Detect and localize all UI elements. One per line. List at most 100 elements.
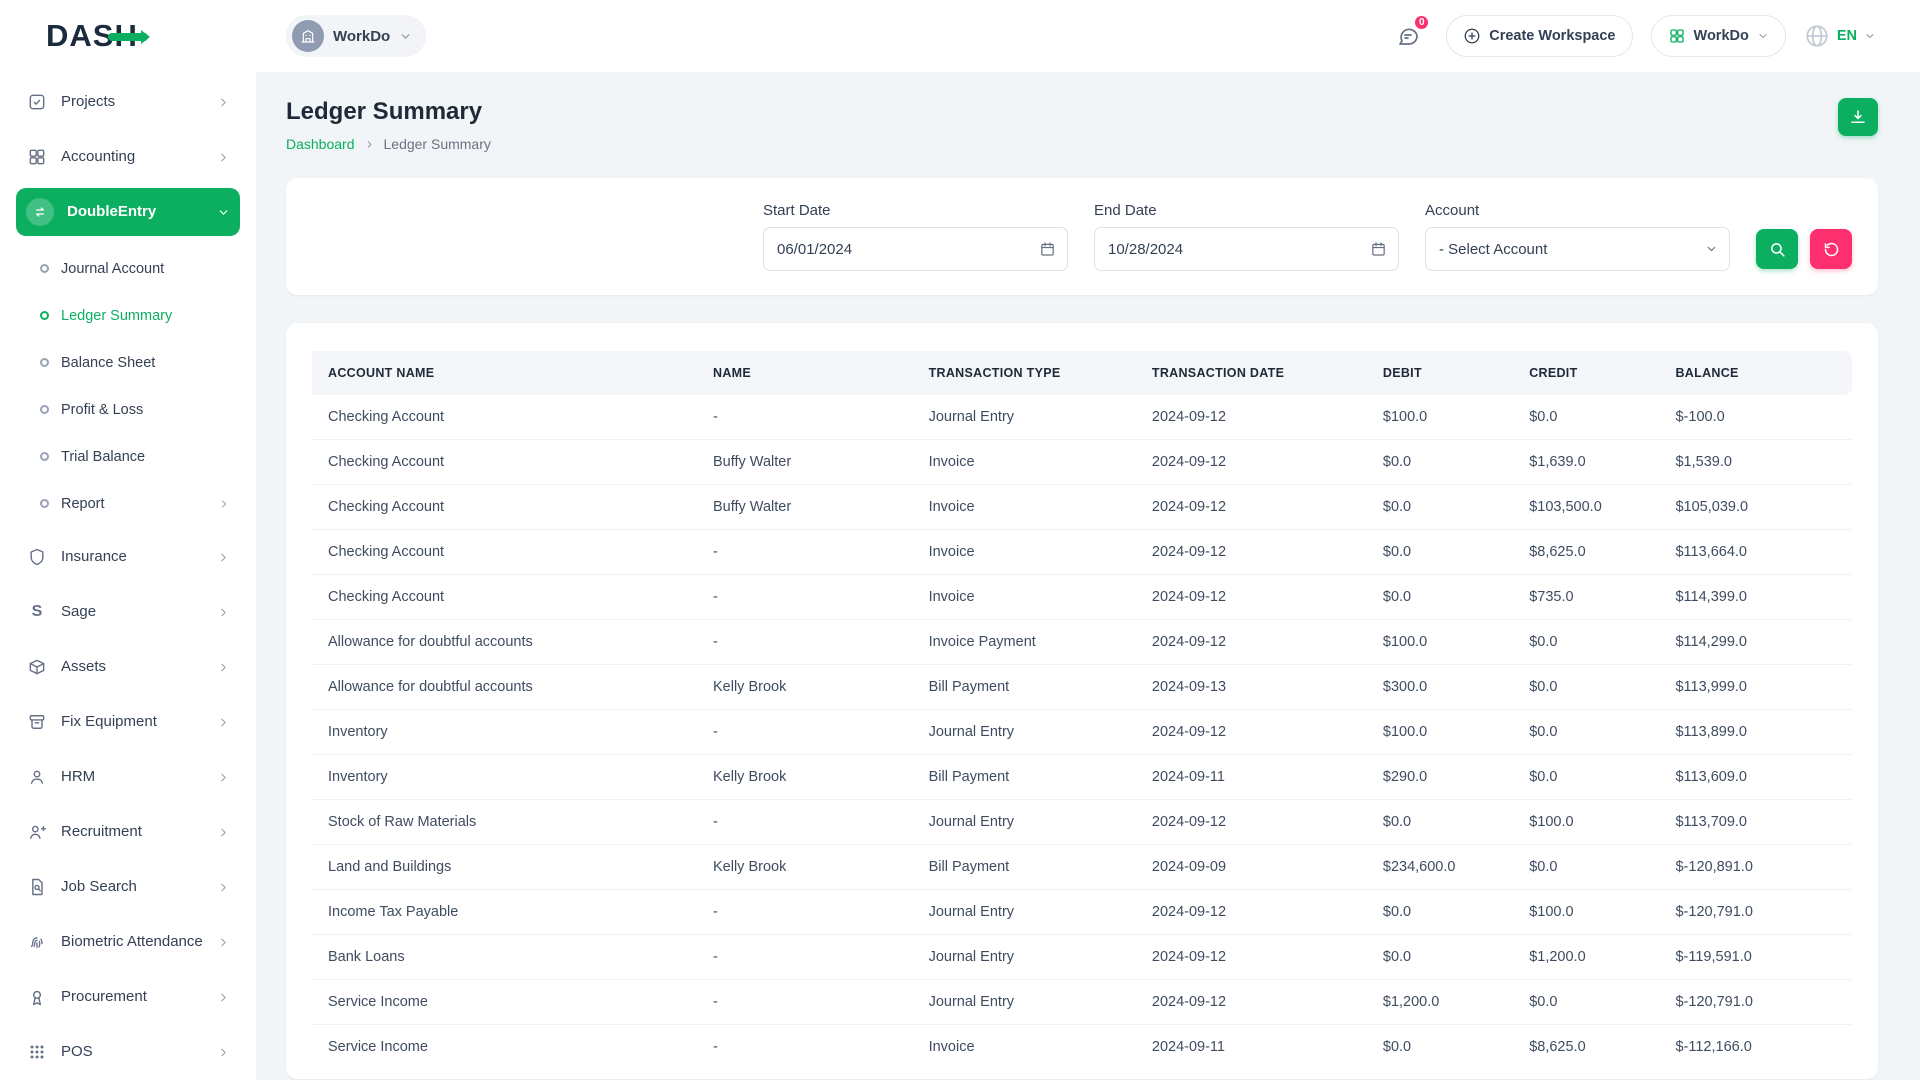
table-row[interactable]: Service Income - Journal Entry 2024-09-1… bbox=[312, 980, 1852, 1025]
cell-credit: $1,639.0 bbox=[1513, 440, 1659, 485]
cell-name: - bbox=[697, 1025, 913, 1070]
sidebar-item-profit-loss[interactable]: Profit & Loss bbox=[30, 386, 240, 433]
sidebar-item-projects[interactable]: Projects bbox=[16, 78, 240, 126]
export-button[interactable] bbox=[1838, 98, 1878, 136]
sidebar-item-hrm[interactable]: HRM bbox=[16, 753, 240, 801]
table-row[interactable]: Service Income - Invoice 2024-09-11 $0.0… bbox=[312, 1025, 1852, 1070]
sidebar-item-assets[interactable]: Assets bbox=[16, 643, 240, 691]
cell-transaction-date: 2024-09-12 bbox=[1136, 620, 1367, 665]
cell-balance: $113,999.0 bbox=[1659, 665, 1852, 710]
column-header: DEBIT bbox=[1367, 351, 1513, 395]
main-content: Ledger Summary Dashboard Ledger Summary … bbox=[256, 72, 1920, 1079]
cell-account-name: Checking Account bbox=[312, 530, 697, 575]
cell-transaction-type: Invoice bbox=[913, 530, 1136, 575]
sub-item-label: Balance Sheet bbox=[61, 355, 230, 371]
person-icon bbox=[26, 767, 48, 787]
sidebar-item-balance-sheet[interactable]: Balance Sheet bbox=[30, 339, 240, 386]
sidebar-item-accounting[interactable]: Accounting bbox=[16, 133, 240, 181]
workspace-menu-button[interactable]: WorkDo bbox=[1651, 15, 1786, 57]
logo-area: DASH bbox=[0, 18, 256, 54]
cell-transaction-type: Journal Entry bbox=[913, 800, 1136, 845]
account-select[interactable]: - Select Account bbox=[1425, 227, 1730, 271]
sidebar-item-label: Projects bbox=[61, 93, 204, 112]
language-selector[interactable]: EN bbox=[1804, 23, 1876, 49]
sidebar-item-biometric-attendance[interactable]: Biometric Attendance bbox=[16, 918, 240, 966]
cell-transaction-type: Invoice bbox=[913, 440, 1136, 485]
sidebar-item-job-search[interactable]: Job Search bbox=[16, 863, 240, 911]
sidebar-item-insurance[interactable]: Insurance bbox=[16, 533, 240, 581]
breadcrumb-dashboard-link[interactable]: Dashboard bbox=[286, 136, 355, 152]
cell-name: Kelly Brook bbox=[697, 665, 913, 710]
cell-debit: $1,200.0 bbox=[1367, 980, 1513, 1025]
table-row[interactable]: Allowance for doubtful accounts - Invoic… bbox=[312, 620, 1852, 665]
cell-debit: $0.0 bbox=[1367, 485, 1513, 530]
table-row[interactable]: Checking Account Buffy Walter Invoice 20… bbox=[312, 440, 1852, 485]
plus-circle-icon bbox=[1463, 27, 1481, 45]
cell-name: - bbox=[697, 980, 913, 1025]
cell-debit: $100.0 bbox=[1367, 710, 1513, 755]
search-button[interactable] bbox=[1756, 229, 1798, 269]
table-row[interactable]: Bank Loans - Journal Entry 2024-09-12 $0… bbox=[312, 935, 1852, 980]
table-row[interactable]: Land and Buildings Kelly Brook Bill Paym… bbox=[312, 845, 1852, 890]
column-header: TRANSACTION TYPE bbox=[913, 351, 1136, 395]
sidebar-item-label: Assets bbox=[61, 658, 204, 677]
cell-name: - bbox=[697, 890, 913, 935]
cell-balance: $-120,891.0 bbox=[1659, 845, 1852, 890]
cell-transaction-date: 2024-09-12 bbox=[1136, 890, 1367, 935]
sidebar-item-trial-balance[interactable]: Trial Balance bbox=[30, 433, 240, 480]
cell-credit: $0.0 bbox=[1513, 980, 1659, 1025]
cell-balance: $-120,791.0 bbox=[1659, 980, 1852, 1025]
logo-accent-arrow bbox=[108, 33, 148, 41]
sidebar-item-doubleentry[interactable]: DoubleEntry bbox=[16, 188, 240, 236]
chevron-right-icon bbox=[217, 881, 230, 894]
end-date-input[interactable] bbox=[1094, 227, 1399, 271]
cell-account-name: Stock of Raw Materials bbox=[312, 800, 697, 845]
table-row[interactable]: Checking Account - Invoice 2024-09-12 $0… bbox=[312, 530, 1852, 575]
sidebar-item-ledger-summary[interactable]: Ledger Summary bbox=[30, 292, 240, 339]
ledger-table-card: ACCOUNT NAMENAMETRANSACTION TYPETRANSACT… bbox=[286, 323, 1878, 1079]
reset-filter-button[interactable] bbox=[1810, 229, 1852, 269]
cell-debit: $0.0 bbox=[1367, 530, 1513, 575]
cell-name: - bbox=[697, 575, 913, 620]
sidebar-item-fix-equipment[interactable]: Fix Equipment bbox=[16, 698, 240, 746]
bullet-icon bbox=[40, 499, 49, 508]
table-row[interactable]: Inventory Kelly Brook Bill Payment 2024-… bbox=[312, 755, 1852, 800]
cell-transaction-type: Journal Entry bbox=[913, 980, 1136, 1025]
sidebar-item-label: Sage bbox=[61, 603, 204, 622]
cell-credit: $1,200.0 bbox=[1513, 935, 1659, 980]
sidebar-item-journal-account[interactable]: Journal Account bbox=[30, 245, 240, 292]
table-row[interactable]: Checking Account Buffy Walter Invoice 20… bbox=[312, 485, 1852, 530]
cell-transaction-date: 2024-09-12 bbox=[1136, 980, 1367, 1025]
sidebar-item-recruitment[interactable]: Recruitment bbox=[16, 808, 240, 856]
cell-account-name: Checking Account bbox=[312, 440, 697, 485]
dash-logo[interactable]: DASH bbox=[46, 18, 138, 54]
table-row[interactable]: Checking Account - Journal Entry 2024-09… bbox=[312, 395, 1852, 440]
cell-transaction-date: 2024-09-12 bbox=[1136, 575, 1367, 620]
cell-debit: $0.0 bbox=[1367, 890, 1513, 935]
sidebar-item-procurement[interactable]: Procurement bbox=[16, 973, 240, 1021]
cell-debit: $0.0 bbox=[1367, 800, 1513, 845]
table-row[interactable]: Checking Account - Invoice 2024-09-12 $0… bbox=[312, 575, 1852, 620]
table-row[interactable]: Inventory - Journal Entry 2024-09-12 $10… bbox=[312, 710, 1852, 755]
sidebar-item-sage[interactable]: S Sage bbox=[16, 588, 240, 636]
sidebar-item-pos[interactable]: POS bbox=[16, 1028, 240, 1076]
cell-credit: $103,500.0 bbox=[1513, 485, 1659, 530]
create-workspace-button[interactable]: Create Workspace bbox=[1446, 15, 1632, 57]
table-row[interactable]: Allowance for doubtful accounts Kelly Br… bbox=[312, 665, 1852, 710]
cell-transaction-type: Bill Payment bbox=[913, 665, 1136, 710]
table-row[interactable]: Income Tax Payable - Journal Entry 2024-… bbox=[312, 890, 1852, 935]
messages-button[interactable]: 0 bbox=[1388, 16, 1428, 56]
start-date-label: Start Date bbox=[763, 202, 1068, 219]
workspace-switcher[interactable]: WorkDo bbox=[286, 15, 426, 57]
chevron-right-icon bbox=[217, 661, 230, 674]
building-icon bbox=[300, 28, 316, 44]
column-header: TRANSACTION DATE bbox=[1136, 351, 1367, 395]
cell-name: Kelly Brook bbox=[697, 845, 913, 890]
cell-transaction-date: 2024-09-12 bbox=[1136, 530, 1367, 575]
cell-credit: $0.0 bbox=[1513, 665, 1659, 710]
table-row[interactable]: Stock of Raw Materials - Journal Entry 2… bbox=[312, 800, 1852, 845]
start-date-input[interactable] bbox=[763, 227, 1068, 271]
sidebar-item-report[interactable]: Report bbox=[30, 480, 240, 527]
chevron-down-icon bbox=[399, 30, 412, 43]
cell-account-name: Checking Account bbox=[312, 395, 697, 440]
